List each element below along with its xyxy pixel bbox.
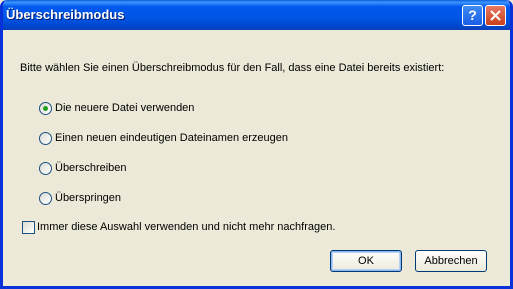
dialog-title: Überschreibmodus <box>6 7 125 22</box>
radio-use-newer[interactable] <box>39 102 52 115</box>
radio-overwrite[interactable] <box>39 162 52 175</box>
close-icon <box>490 10 501 21</box>
radio-skip[interactable] <box>39 192 52 205</box>
prompt-text: Bitte wählen Sie einen Überschreibmodus … <box>20 62 445 74</box>
question-mark-icon: ? <box>468 7 477 23</box>
overwrite-mode-dialog: Überschreibmodus ? Bitte wählen Sie eine… <box>0 0 513 289</box>
option-label-skip[interactable]: Überspringen <box>55 192 121 204</box>
cancel-button[interactable]: Abbrechen <box>415 250 487 272</box>
option-label-unique-name[interactable]: Einen neuen eindeutigen Dateinamen erzeu… <box>55 132 288 144</box>
remember-choice-checkbox[interactable] <box>22 221 35 234</box>
option-label-use-newer[interactable]: Die neuere Datei verwenden <box>55 102 194 114</box>
option-label-overwrite[interactable]: Überschreiben <box>55 162 127 174</box>
title-bar[interactable]: Überschreibmodus ? <box>3 0 510 30</box>
help-button[interactable]: ? <box>462 5 483 26</box>
close-button[interactable] <box>485 5 506 26</box>
radio-unique-name[interactable] <box>39 132 52 145</box>
remember-choice-label[interactable]: Immer diese Auswahl verwenden und nicht … <box>37 221 335 233</box>
ok-button[interactable]: OK <box>330 250 402 272</box>
